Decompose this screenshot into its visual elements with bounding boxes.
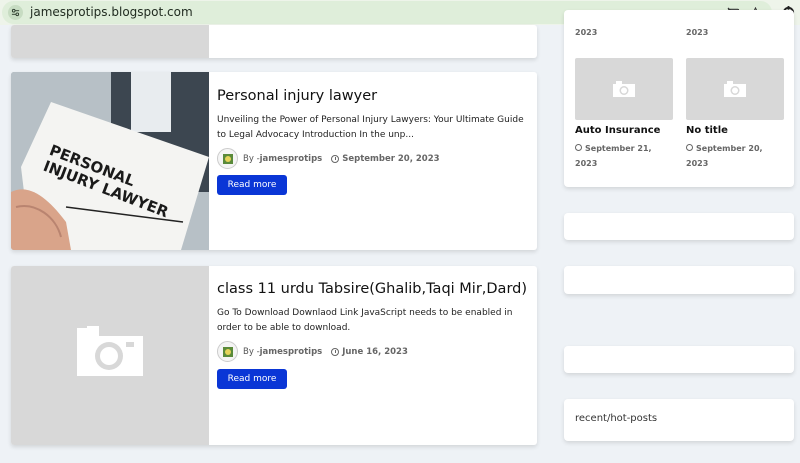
date-text: June 16, 2023 <box>342 346 408 357</box>
widget-title: recent/hot-posts <box>575 413 658 424</box>
date-text: September 20, 2023 <box>342 153 440 164</box>
post-title[interactable]: Personal injury lawyer <box>217 88 527 104</box>
camera-icon <box>613 81 635 97</box>
clock-icon <box>575 144 582 151</box>
mini-post-thumbnail[interactable] <box>686 58 784 120</box>
mini-date-line: September 20, <box>696 144 763 153</box>
clock-icon <box>331 347 340 356</box>
clock-icon <box>686 144 693 151</box>
mini-post-date: 2023 <box>686 28 709 37</box>
author-avatar[interactable] <box>217 341 238 362</box>
sidebar-widget <box>564 213 794 240</box>
post-card-partial <box>11 25 537 58</box>
author-name[interactable]: jamesprotips <box>260 154 323 164</box>
camera-icon <box>77 326 143 376</box>
post-card: PERSONAL INJURY LAWYER Personal injury l… <box>11 72 537 250</box>
author-name[interactable]: jamesprotips <box>260 347 323 357</box>
mini-post-thumbnail[interactable] <box>575 58 673 120</box>
post-snippet: Go To Download Downlaod Link JavaScript … <box>217 308 513 333</box>
author-avatar[interactable] <box>217 148 238 169</box>
post-title[interactable]: class 11 urdu Tabsire(Ghalib,Taqi Mir,Da… <box>217 281 527 297</box>
sidebar-widget <box>564 346 794 373</box>
post-thumbnail[interactable] <box>11 266 209 445</box>
post-date: June 16, 2023 <box>331 347 408 357</box>
mini-post-title[interactable]: Auto Insurance <box>575 125 660 136</box>
post-meta: By - jamesprotips June 16, 2023 <box>217 341 527 362</box>
post-body: Personal injury lawyer Unveiling the Pow… <box>217 72 527 195</box>
popular-posts-widget: 2023 2023 Auto Insurance September 21, 2… <box>564 10 794 187</box>
mini-post-date: 2023 <box>575 28 598 37</box>
site-info-icon[interactable] <box>8 5 23 20</box>
recent-hot-posts-widget: recent/hot-posts <box>564 399 794 441</box>
post-snippet: Unveiling the Power of Personal Injury L… <box>217 115 524 140</box>
post-thumbnail[interactable]: PERSONAL INJURY LAWYER <box>11 72 209 250</box>
url-text[interactable]: jamesprotips.blogspot.com <box>30 5 193 19</box>
post-body: class 11 urdu Tabsire(Ghalib,Taqi Mir,Da… <box>217 266 527 389</box>
read-more-button[interactable]: Read more <box>217 175 287 195</box>
author-prefix: By - <box>243 346 260 357</box>
author-prefix: By - <box>243 153 260 164</box>
read-more-button[interactable]: Read more <box>217 369 287 389</box>
mini-date-line: September 21, <box>585 144 652 153</box>
post-thumbnail[interactable] <box>11 25 209 58</box>
sidebar-widget <box>564 266 794 294</box>
mini-post-date: September 20, 2023 <box>686 141 763 171</box>
post-meta: By - jamesprotips September 20, 2023 <box>217 148 527 169</box>
mini-post-title[interactable]: No title <box>686 125 728 136</box>
mini-date-line: 2023 <box>575 159 598 168</box>
post-card: class 11 urdu Tabsire(Ghalib,Taqi Mir,Da… <box>11 266 537 445</box>
post-date: September 20, 2023 <box>331 153 440 164</box>
clock-icon <box>331 154 340 163</box>
mini-date-line: 2023 <box>686 159 709 168</box>
mini-post-date: September 21, 2023 <box>575 141 652 171</box>
camera-icon <box>724 81 746 97</box>
